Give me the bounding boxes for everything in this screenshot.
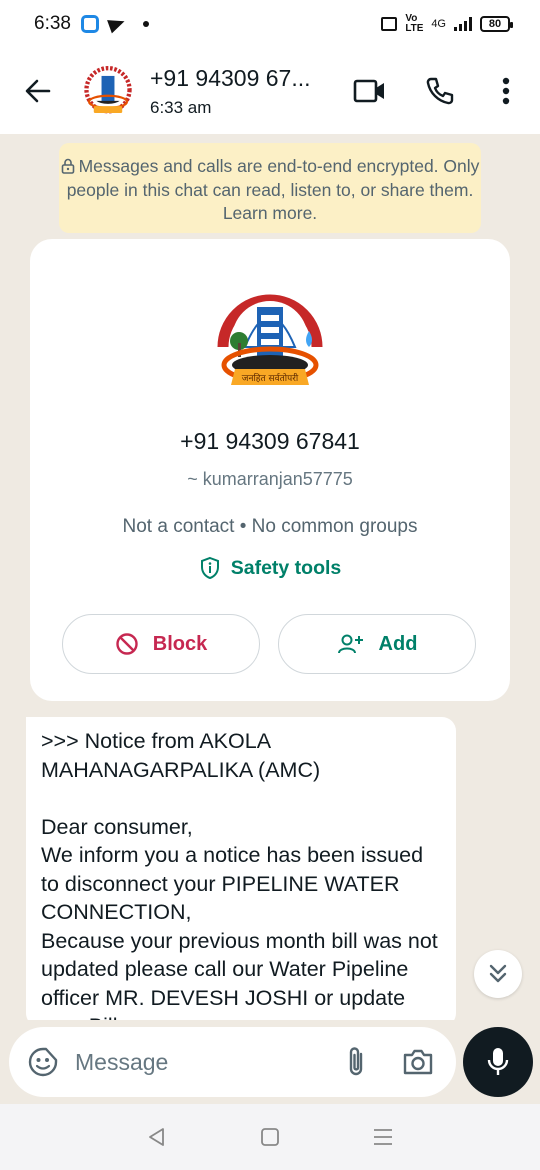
lock-icon — [61, 158, 74, 174]
paperclip-icon — [349, 1047, 363, 1076]
status-time: 6:38 — [34, 13, 71, 34]
contact-username: ~ kumarranjan57775 — [187, 469, 353, 489]
logo-motto: जनहित सर्वतोपरी — [242, 372, 299, 384]
contact-meta: Not a contact • No common groups — [122, 516, 418, 537]
contact-profile-card: जनहित सर्वतोपरी +91 94309 67841 ~ kumarr… — [30, 239, 510, 701]
add-person-icon — [337, 634, 363, 654]
chat-header: +91 94309 67... 6:33 am — [0, 48, 540, 134]
shield-icon — [200, 556, 219, 580]
block-icon — [116, 633, 138, 655]
signal-icon — [454, 17, 472, 31]
nav-back-icon — [148, 1128, 164, 1146]
more-vertical-icon — [502, 77, 510, 105]
nav-back-button[interactable] — [137, 1117, 177, 1157]
more-options-button[interactable] — [486, 71, 526, 111]
sticker-button[interactable] — [23, 1042, 63, 1082]
video-call-button[interactable] — [350, 71, 390, 111]
akola-municipal-logo-icon: जनहित सर्वतोपरी — [217, 294, 323, 385]
message-input[interactable] — [75, 1048, 305, 1076]
safety-tools-link[interactable]: Safety tools — [199, 556, 342, 580]
telegram-icon — [107, 14, 127, 34]
block-button[interactable]: Block — [62, 614, 260, 674]
contact-logo: जनहित सर्वतोपरी — [205, 277, 335, 407]
notification-dot-icon — [142, 21, 149, 27]
nav-home-button[interactable] — [250, 1117, 290, 1157]
network-label: 4G — [431, 18, 446, 30]
safety-tools-label: Safety tools — [230, 556, 342, 579]
status-bar: 6:38 Vo LTE 4G 80 — [0, 0, 540, 48]
app-notification-icon — [80, 15, 99, 33]
akola-logo-icon — [84, 66, 132, 114]
nav-recents-button[interactable] — [363, 1117, 403, 1157]
voice-call-button[interactable] — [420, 71, 460, 111]
mic-icon — [487, 1048, 509, 1075]
message-input-container — [9, 1027, 456, 1097]
encryption-notice[interactable]: Messages and calls are end-to-end encryp… — [59, 143, 481, 233]
attach-button[interactable] — [336, 1042, 376, 1082]
voice-message-button[interactable] — [463, 1027, 533, 1097]
back-button[interactable] — [18, 71, 58, 111]
contact-name: +91 94309 67... — [150, 64, 311, 91]
nav-menu-icon — [374, 1129, 393, 1145]
volte-icon: Vo LTE — [405, 13, 424, 34]
scroll-to-bottom-button[interactable] — [474, 950, 522, 998]
add-contact-button[interactable]: Add — [278, 614, 476, 674]
chat-area[interactable]: Messages and calls are end-to-end encryp… — [0, 134, 540, 1020]
system-nav-bar — [0, 1104, 540, 1170]
sticker-icon — [28, 1047, 58, 1077]
back-arrow-icon — [25, 79, 51, 103]
battery-icon: 80 — [480, 16, 513, 32]
contact-phone: +91 94309 67841 — [180, 428, 360, 454]
last-seen: 6:33 am — [150, 97, 212, 117]
phone-icon — [426, 77, 454, 105]
block-label: Block — [152, 632, 208, 655]
camera-button[interactable] — [398, 1042, 438, 1082]
encryption-text: Messages and calls are end-to-end encryp… — [66, 156, 480, 223]
camera-icon — [403, 1049, 433, 1075]
avatar[interactable] — [80, 63, 136, 119]
vibrate-icon — [381, 17, 398, 31]
add-label: Add — [378, 632, 418, 655]
incoming-message[interactable]: >>> Notice from AKOLA MAHANAGARPALIKA (A… — [26, 717, 456, 1020]
video-call-icon — [353, 79, 384, 103]
compose-bar — [0, 1020, 540, 1104]
double-chevron-down-icon — [489, 964, 507, 983]
contact-info[interactable]: +91 94309 67... 6:33 am — [150, 65, 311, 118]
nav-home-icon — [261, 1128, 279, 1146]
